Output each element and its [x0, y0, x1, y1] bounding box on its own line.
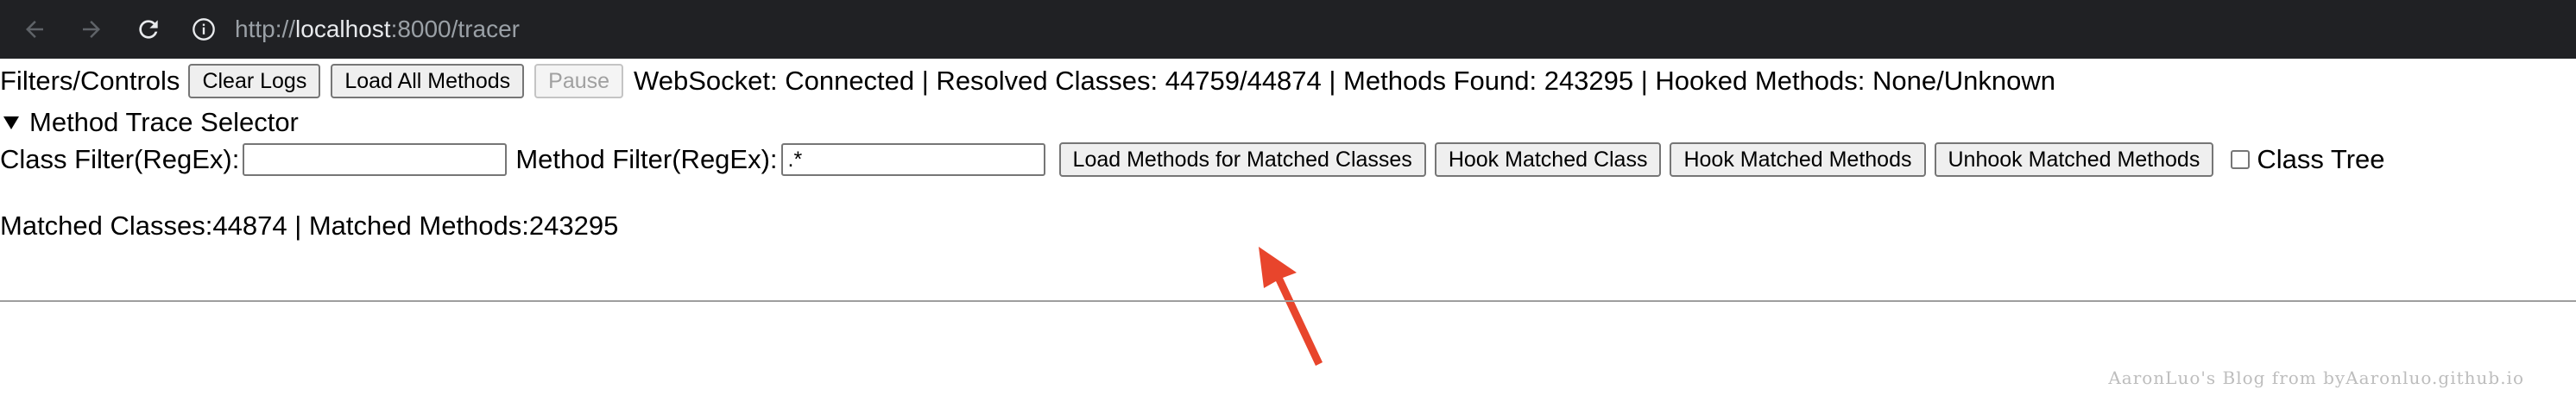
back-arrow-icon[interactable]	[19, 14, 50, 45]
disclosure-triangle-icon[interactable]	[3, 116, 19, 129]
address-bar[interactable]: http://localhost:8000/tracer	[190, 7, 2555, 52]
url-host: localhost	[295, 16, 391, 42]
hook-matched-methods-button[interactable]: Hook Matched Methods	[1670, 142, 1926, 177]
selector-title: Method Trace Selector	[29, 107, 299, 137]
url-path: :8000/tracer	[390, 16, 520, 42]
unhook-matched-methods-button[interactable]: Unhook Matched Methods	[1934, 142, 2214, 177]
method-filter-label: Method Filter(RegEx):	[515, 144, 778, 174]
page-content: Filters/Controls Clear Logs Load All Met…	[0, 59, 2576, 402]
browser-toolbar: http://localhost:8000/tracer	[0, 0, 2576, 59]
clear-logs-button[interactable]: Clear Logs	[188, 64, 321, 98]
method-trace-selector-summary[interactable]: Method Trace Selector	[0, 107, 299, 138]
url-scheme: http://	[235, 16, 296, 42]
forward-arrow-icon[interactable]	[76, 14, 107, 45]
load-all-methods-button[interactable]: Load All Methods	[331, 64, 525, 98]
divider	[0, 300, 2576, 302]
watermark: AaronLuo's Blog from byAaronluo.github.i…	[2108, 367, 2524, 388]
class-filter-input[interactable]	[243, 143, 508, 176]
class-tree-checkbox[interactable]	[2231, 150, 2251, 169]
controls-title: Filters/Controls	[0, 66, 180, 96]
filter-row: Class Filter(RegEx): Method Filter(RegEx…	[0, 142, 2385, 177]
method-filter-input[interactable]	[780, 143, 1045, 176]
status-text: WebSocket: Connected | Resolved Classes:…	[634, 66, 2055, 96]
reload-icon[interactable]	[133, 14, 164, 45]
controls-row: Filters/Controls Clear Logs Load All Met…	[0, 64, 2055, 98]
class-filter-label: Class Filter(RegEx):	[0, 144, 240, 174]
info-icon[interactable]	[190, 16, 218, 43]
class-tree-label: Class Tree	[2257, 144, 2385, 174]
hook-matched-class-button[interactable]: Hook Matched Class	[1434, 142, 1662, 177]
matched-summary: Matched Classes:44874 | Matched Methods:…	[0, 210, 619, 241]
pause-button[interactable]: Pause	[534, 64, 624, 98]
load-methods-button[interactable]: Load Methods for Matched Classes	[1058, 142, 1426, 177]
annotation-arrow	[1259, 247, 1323, 366]
